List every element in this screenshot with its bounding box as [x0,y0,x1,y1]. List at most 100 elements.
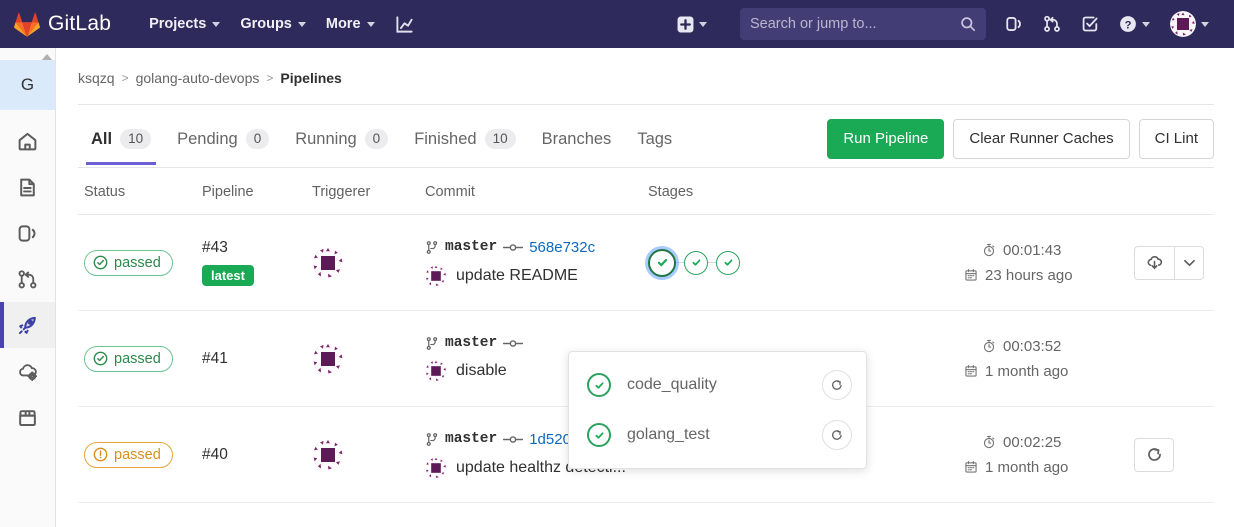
tab-branches-label: Branches [541,130,612,148]
user-menu-button[interactable] [1161,4,1218,44]
cloud-gear-icon [17,361,38,382]
help-nav-button[interactable]: ? [1110,8,1159,40]
stage-icon-code-quality[interactable] [648,248,676,277]
branch-name-link[interactable]: master [445,335,497,351]
issues-icon [1005,15,1023,33]
stage-icon-build[interactable] [716,250,740,275]
row-status-cell: passed [84,249,202,276]
global-search[interactable] [740,8,986,40]
status-badge[interactable]: passed [84,345,173,372]
row-pipeline-cell: #43 latest [202,239,312,286]
plus-square-icon [677,16,694,33]
search-input[interactable] [750,16,960,32]
tab-tags-label: Tags [637,130,673,148]
ci-lint-button[interactable]: CI Lint [1138,119,1214,159]
pipeline-id-link[interactable]: #41 [202,350,312,368]
tab-finished-label: Finished [414,129,477,148]
row-status-cell: passed [84,441,202,468]
retry-job-button[interactable] [822,420,852,450]
status-badge-label: passed [114,254,161,271]
avatar[interactable] [425,360,447,382]
rocket-icon [17,315,38,336]
nav-more-label: More [325,16,361,32]
chevron-down-icon [297,21,306,27]
commit-sha-link[interactable]: 568e732c [529,239,595,256]
pipelines-tab-row: All 10 Pending 0 Running 0 Finished 10 B… [78,105,1214,167]
clear-runner-caches-button[interactable]: Clear Runner Caches [953,119,1130,159]
popover-job-code-quality[interactable]: code_quality [569,360,866,410]
avatar[interactable] [425,456,447,479]
pipeline-filter-tabs: All 10 Pending 0 Running 0 Finished 10 B… [78,121,685,165]
todos-nav-button[interactable] [1072,8,1108,40]
commit-message-link[interactable]: disable [456,362,507,380]
column-header-stages: Stages [648,184,694,200]
tab-tags[interactable]: Tags [624,122,685,165]
create-new-button[interactable] [668,9,716,40]
stage-icon-golang-test[interactable] [684,250,708,275]
issues-nav-button[interactable] [996,8,1032,40]
run-pipeline-button[interactable]: Run Pipeline [827,119,945,159]
stopwatch-icon [982,435,996,449]
tab-pending[interactable]: Pending 0 [164,121,282,165]
tab-running[interactable]: Running 0 [282,121,401,165]
tab-all-label: All [91,129,113,148]
calendar-icon [964,268,978,282]
row-status-cell: passed [84,345,202,372]
nav-groups[interactable]: Groups [230,10,316,38]
artifacts-dropdown-button[interactable] [1174,245,1204,280]
status-warning-icon [93,447,108,462]
row-actions-cell [1134,245,1214,280]
avatar[interactable] [425,264,447,287]
commit-message-link[interactable]: update README [456,267,578,285]
avatar[interactable] [312,342,425,375]
status-badge[interactable]: passed [84,249,173,276]
merge-requests-icon [1043,15,1061,33]
nav-projects[interactable]: Projects [139,10,230,38]
table-row: passed #43 latest master 568e732c update… [78,215,1214,311]
package-icon [17,407,38,428]
retry-pipeline-button[interactable] [1134,437,1174,472]
status-badge[interactable]: passed [84,441,173,468]
tab-finished[interactable]: Finished 10 [401,121,528,165]
gitlab-logo-icon [14,12,40,37]
breadcrumb-item-namespace[interactable]: ksqzq [78,70,115,86]
retry-job-button[interactable] [822,370,852,400]
gitlab-logo-link[interactable]: GitLab [14,12,111,37]
chart-icon [395,15,414,34]
avatar[interactable] [312,438,425,471]
avatar[interactable] [312,246,425,279]
tab-all[interactable]: All 10 [78,121,164,165]
chevron-down-icon [366,21,375,27]
sidebar-item-issues[interactable] [0,210,55,256]
pipeline-timestamp: 1 month ago [964,459,1134,476]
branch-name-link[interactable]: master [445,239,497,255]
merge-requests-nav-button[interactable] [1034,8,1070,40]
sidebar-item-repository[interactable] [0,164,55,210]
artifacts-split-button [1134,245,1214,280]
nav-analytics-button[interactable] [385,9,424,40]
artifacts-download-icon [1146,254,1163,271]
sidebar-item-project[interactable]: G [0,60,55,110]
pipeline-id-link[interactable]: #43 [202,239,312,257]
sidebar-item-cicd[interactable] [0,302,55,348]
sidebar-item-home[interactable] [0,118,55,164]
status-badge-label: passed [114,350,161,367]
popover-job-golang-test[interactable]: golang_test [569,410,866,460]
sidebar-item-packages[interactable] [0,394,55,440]
branch-name-link[interactable]: master [445,431,497,447]
chevron-down-icon [1201,21,1209,27]
breadcrumb-item-project[interactable]: golang-auto-devops [136,70,260,86]
pipeline-id-link[interactable]: #40 [202,446,312,464]
project-sidebar: G [0,48,56,527]
page-layout: G ksqzq > golang-auto-devops > Pipelines… [0,48,1234,527]
download-artifacts-button[interactable] [1134,245,1174,280]
tab-branches[interactable]: Branches [529,122,625,165]
sidebar-item-operations[interactable] [0,348,55,394]
sidebar-item-merge-requests[interactable] [0,256,55,302]
column-header-status: Status [84,184,126,200]
nav-more[interactable]: More [316,10,385,38]
tab-all-count: 10 [120,129,152,149]
nav-projects-label: Projects [149,16,207,32]
latest-badge: latest [202,265,254,286]
stage-jobs-popover: code_quality golang_test [568,351,867,469]
